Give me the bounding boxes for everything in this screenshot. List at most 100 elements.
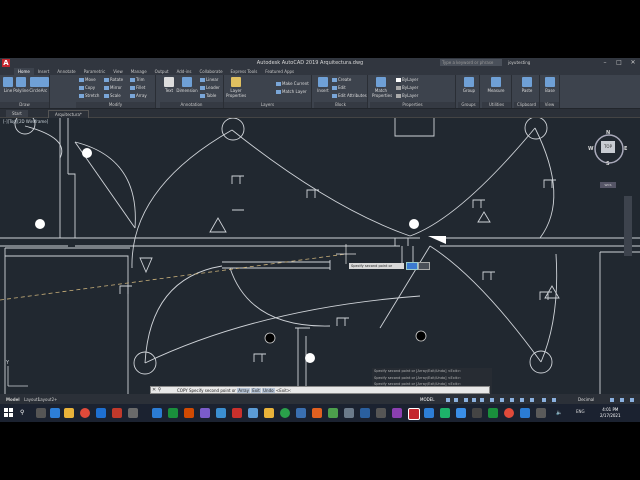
viewcube[interactable]: TOP N S W E	[588, 130, 627, 167]
powerpoint-icon[interactable]	[184, 408, 194, 418]
photos-icon[interactable]	[328, 408, 338, 418]
zoom-icon[interactable]	[296, 408, 306, 418]
start-button[interactable]	[4, 408, 14, 418]
tab-featured-apps[interactable]: Featured Apps	[261, 68, 298, 75]
tab-collaborate[interactable]: Collaborate	[196, 68, 227, 75]
linetype-dropdown[interactable]: ByLayer	[396, 85, 418, 91]
isolate-icon[interactable]	[610, 398, 614, 402]
chrome-2-icon[interactable]	[504, 408, 514, 418]
leader-button[interactable]: Leader	[200, 85, 220, 91]
tab-express-tools[interactable]: Express Tools	[227, 68, 262, 75]
compass-north[interactable]: N	[606, 130, 610, 136]
command-option-array[interactable]: Array	[237, 388, 250, 393]
snap-icon[interactable]	[454, 398, 458, 402]
selection-cycling-icon[interactable]	[520, 398, 524, 402]
lineweight-icon[interactable]	[500, 398, 504, 402]
spotify-icon[interactable]	[280, 408, 290, 418]
table-button[interactable]: Table	[200, 93, 216, 99]
panel-title-annotation[interactable]: Annotation	[160, 102, 223, 108]
paste-button[interactable]: Paste	[518, 77, 536, 93]
scale-button[interactable]: Scale	[104, 93, 121, 99]
trim-button[interactable]: Trim	[130, 77, 145, 83]
close-command-line-icon[interactable]: ✕ ⚲	[152, 387, 161, 394]
compass-south[interactable]: S	[606, 161, 610, 167]
calculator-icon[interactable]	[376, 408, 386, 418]
tab-layout2[interactable]: Layout2	[38, 396, 54, 404]
make-current-button[interactable]: Make Current	[276, 81, 309, 87]
panel-title-layers[interactable]: Layers	[224, 102, 311, 108]
drawing-canvas[interactable]: Y [-][Top][2D Wireframe] TOP N S W E WCS…	[0, 118, 640, 394]
match-properties-button[interactable]: Match Properties	[372, 77, 392, 98]
panel-title-modify[interactable]: Modify	[76, 102, 155, 108]
compass-east[interactable]: E	[624, 146, 627, 152]
tab-annotate[interactable]: Annotate	[53, 68, 79, 75]
tab-home[interactable]: Home	[14, 68, 34, 75]
task-view-icon[interactable]	[36, 408, 46, 418]
array-button[interactable]: Array	[130, 93, 147, 99]
fullscreen-icon[interactable]	[620, 398, 624, 402]
panel-title-properties[interactable]: Properties	[370, 102, 455, 108]
outlook-icon[interactable]	[248, 408, 258, 418]
search-input[interactable]: Type a keyword or phrase	[440, 59, 502, 66]
panel-title-block[interactable]: Block	[314, 102, 367, 108]
arc-button[interactable]: Arc	[38, 77, 50, 93]
group-button[interactable]: Group	[460, 77, 478, 93]
acrobat-icon[interactable]	[232, 408, 242, 418]
speaker-icon[interactable]: 🔈	[556, 410, 562, 416]
tab-drawing-file[interactable]: Arquitectura*	[48, 110, 89, 118]
workspace-icon[interactable]	[542, 398, 546, 402]
sticky-notes-icon[interactable]	[264, 408, 274, 418]
panel-title-draw[interactable]: Draw	[0, 102, 49, 108]
panel-title-view[interactable]: View	[540, 102, 559, 108]
whatsapp-icon[interactable]	[440, 408, 450, 418]
dimension-button[interactable]: Dimension	[176, 77, 198, 93]
transparency-icon[interactable]	[510, 398, 514, 402]
obs-icon[interactable]	[472, 408, 482, 418]
command-line[interactable]: ✕ ⚲ COPY Specify second point or Array E…	[150, 386, 490, 394]
excel-icon[interactable]	[168, 408, 178, 418]
navigation-bar[interactable]	[624, 196, 632, 256]
chrome-icon[interactable]	[80, 408, 90, 418]
tab-insert[interactable]: Insert	[34, 68, 53, 75]
mail-icon[interactable]	[96, 408, 106, 418]
add-layout-button[interactable]: +	[54, 396, 57, 404]
insert-button[interactable]: Insert	[316, 77, 330, 93]
explorer-2-icon[interactable]	[424, 408, 434, 418]
otrack-icon[interactable]	[490, 398, 494, 402]
vscode-icon[interactable]	[360, 408, 370, 418]
settings-icon[interactable]	[344, 408, 354, 418]
rotate-button[interactable]: Rotate	[104, 77, 123, 83]
units-dropdown[interactable]: Decimal	[578, 396, 594, 404]
edit-attributes-button[interactable]: Edit Attributes	[332, 93, 367, 99]
teams-icon[interactable]	[216, 408, 226, 418]
excel-2-icon[interactable]	[488, 408, 498, 418]
word-2-icon[interactable]	[520, 408, 530, 418]
user-account[interactable]: joyutesting	[508, 59, 548, 66]
tab-parametric[interactable]: Parametric	[80, 68, 110, 75]
word-icon[interactable]	[152, 408, 162, 418]
app-icon[interactable]	[536, 408, 546, 418]
polar-icon[interactable]	[472, 398, 476, 402]
language-indicator[interactable]: ENG	[576, 409, 585, 414]
tab-view[interactable]: View	[109, 68, 127, 75]
tab-model[interactable]: Model	[6, 396, 20, 404]
units-icon[interactable]	[552, 398, 556, 402]
fillet-button[interactable]: Fillet	[130, 85, 145, 91]
viewcube-top-face[interactable]: TOP	[601, 141, 615, 153]
measure-button[interactable]: Measure	[486, 77, 506, 93]
onenote-2-icon[interactable]	[392, 408, 402, 418]
customize-icon[interactable]	[630, 398, 634, 402]
command-option-exit[interactable]: Exit	[251, 388, 261, 393]
layer-properties-button[interactable]: Layer Properties	[226, 77, 246, 98]
tab-addins[interactable]: Add-ins	[173, 68, 196, 75]
panel-title-utilities[interactable]: Utilities	[482, 102, 511, 108]
close-icon[interactable]: ✕	[628, 58, 638, 68]
application-menu-button[interactable]: A	[2, 59, 10, 67]
grid-icon[interactable]	[446, 398, 450, 402]
move-button[interactable]: Move	[79, 77, 96, 83]
dynamic-input-field-y[interactable]	[418, 262, 430, 270]
wcs-menu[interactable]: WCS	[600, 182, 616, 188]
annotation-scale-icon[interactable]	[530, 398, 534, 402]
lineweight-dropdown[interactable]: ByLayer	[396, 93, 418, 99]
viewport-controls[interactable]: [-][Top][2D Wireframe]	[3, 119, 48, 124]
